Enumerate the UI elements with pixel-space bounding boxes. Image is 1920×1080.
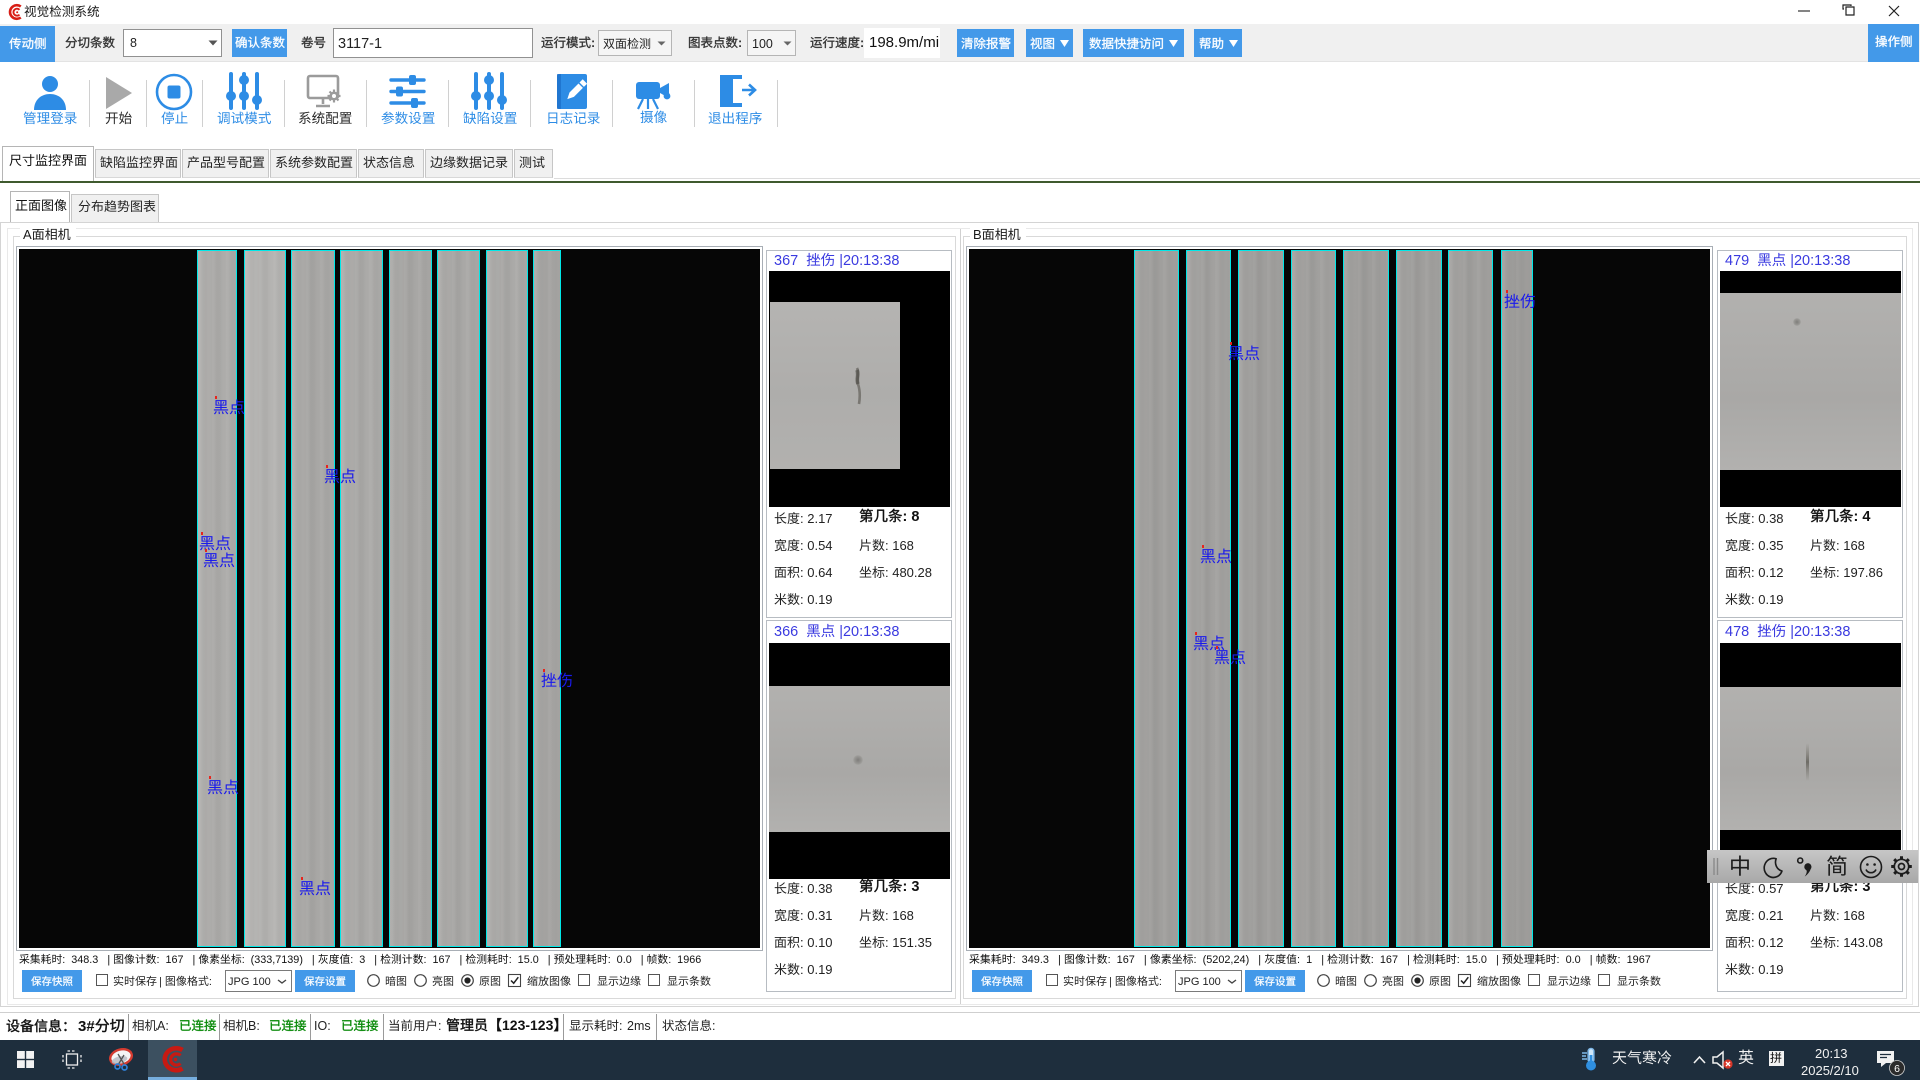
svg-text:: 0.38: : 0.38	[1751, 511, 1784, 526]
svg-text:: 0.35: : 0.35	[1751, 538, 1784, 553]
svg-text:: 0.21: : 0.21	[1751, 908, 1784, 923]
svg-text:: 143.08: : 143.08	[1836, 935, 1883, 950]
svg-text:: 0.19: : 0.19	[1751, 592, 1784, 607]
svg-text:: (5202,24) |: : (5202,24) |	[1194, 954, 1265, 966]
svg-text:: 0.38: : 0.38	[800, 881, 833, 896]
svg-text:|: |	[159, 976, 165, 988]
svg-text:: 0.57: : 0.57	[1751, 881, 1784, 896]
svg-text:A:: A:	[157, 1019, 169, 1033]
svg-text:: 197.86: : 197.86	[1836, 565, 1883, 580]
svg-text:JPG 100: JPG 100	[1178, 976, 1221, 988]
svg-text:|: |	[1109, 976, 1115, 988]
svg-text:B: B	[973, 227, 982, 242]
svg-text:: 0.0 |: : 0.0 |	[1557, 954, 1596, 966]
svg-text:: 167 |: : 167 |	[1371, 954, 1413, 966]
svg-text:123-123: 123-123	[502, 1017, 554, 1033]
svg-text:|20:13:38: |20:13:38	[835, 253, 899, 269]
svg-text::: :	[1158, 976, 1161, 988]
svg-text:: 0.64: : 0.64	[800, 565, 833, 580]
svg-text:3117-1: 3117-1	[338, 36, 382, 52]
svg-text:: 0.12: : 0.12	[1751, 565, 1784, 580]
svg-text:198.9m/mi: 198.9m/mi	[869, 34, 939, 51]
svg-text:A: A	[23, 227, 32, 242]
svg-text:: 167 |: : 167 |	[1108, 954, 1150, 966]
svg-text:479: 479	[1725, 253, 1757, 269]
svg-text:: 349.3 |: : 349.3 |	[1013, 954, 1064, 966]
svg-text:: 480.28: : 480.28	[885, 565, 932, 580]
svg-text:: 0.19: : 0.19	[800, 962, 833, 977]
svg-text:: 0.54: : 0.54	[800, 538, 833, 553]
svg-text:20:13: 20:13	[1815, 1046, 1848, 1061]
svg-text:: 4: : 4	[1853, 509, 1870, 525]
svg-text:: 0.0 |: : 0.0 |	[608, 954, 647, 966]
svg-text:2025/2/10: 2025/2/10	[1801, 1063, 1859, 1078]
svg-text:: 348.3 |: : 348.3 |	[62, 954, 113, 966]
svg-text:: 168: : 168	[1836, 538, 1865, 553]
svg-text:: 168: : 168	[885, 908, 914, 923]
svg-text:: 1 |: : 1 |	[1297, 954, 1327, 966]
svg-text:|20:13:38: |20:13:38	[1786, 253, 1850, 269]
svg-text::: :	[591, 36, 595, 50]
svg-text:: 0.12: : 0.12	[1751, 935, 1784, 950]
svg-text:IO:: IO:	[314, 1019, 331, 1033]
svg-text:: 1966: : 1966	[668, 954, 701, 966]
svg-text:: 168: : 168	[1836, 908, 1865, 923]
svg-text:|20:13:38: |20:13:38	[835, 624, 899, 640]
svg-text::: :	[619, 1019, 622, 1033]
svg-text::: :	[738, 36, 742, 50]
svg-text:: 3: : 3	[902, 879, 919, 895]
svg-text:JPG 100: JPG 100	[228, 976, 271, 988]
svg-text:: 151.35: : 151.35	[885, 935, 932, 950]
svg-text:: 0.19: : 0.19	[1751, 962, 1784, 977]
svg-text:367: 367	[774, 253, 806, 269]
svg-text:|20:13:38: |20:13:38	[1786, 624, 1850, 640]
svg-text:: (333,7139) |: : (333,7139) |	[242, 954, 318, 966]
svg-text:100: 100	[752, 37, 773, 51]
svg-text:: 1967: : 1967	[1618, 954, 1651, 966]
svg-text:366: 366	[774, 624, 806, 640]
svg-text:: 2.17: : 2.17	[800, 511, 833, 526]
svg-text:: 15.0 |: : 15.0 |	[1457, 954, 1502, 966]
svg-text:3#: 3#	[78, 1018, 95, 1035]
svg-text:: 167 |: : 167 |	[424, 954, 466, 966]
svg-text:2ms: 2ms	[627, 1019, 651, 1033]
svg-text:478: 478	[1725, 624, 1757, 640]
svg-text:: 8: : 8	[902, 509, 919, 525]
svg-text:: 15.0 |: : 15.0 |	[509, 954, 554, 966]
svg-text:8: 8	[130, 36, 137, 50]
svg-text:: 3 |: : 3 |	[350, 954, 380, 966]
svg-text::: :	[712, 1019, 715, 1033]
svg-text:: 168: : 168	[885, 538, 914, 553]
svg-text::: :	[438, 1019, 441, 1033]
svg-text:: 167 |: : 167 |	[157, 954, 199, 966]
svg-text:B:: B:	[248, 1019, 260, 1033]
svg-text:6: 6	[1894, 1063, 1900, 1075]
svg-text::: :	[208, 976, 211, 988]
svg-text:: 0.19: : 0.19	[800, 592, 833, 607]
svg-text:: 0.10: : 0.10	[800, 935, 833, 950]
svg-text:: 0.31: : 0.31	[800, 908, 833, 923]
